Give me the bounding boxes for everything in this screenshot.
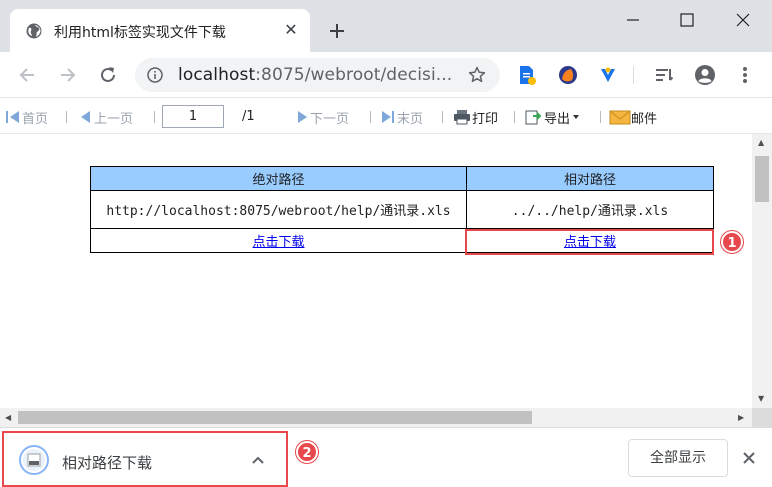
prev-page-icon bbox=[81, 111, 90, 123]
first-page-label: 首页 bbox=[22, 111, 49, 127]
absolute-path-cell: http://localhost:8075/webroot/help/通讯录.x… bbox=[90, 190, 467, 229]
tab-title: 利用html标签实现文件下载 bbox=[54, 25, 226, 41]
globe-icon bbox=[26, 23, 42, 39]
envelope-icon bbox=[609, 110, 631, 125]
scroll-right-arrow-icon[interactable]: ▶ bbox=[738, 413, 744, 423]
toolbar-separator bbox=[66, 111, 67, 123]
absolute-download-link[interactable]: 点击下载 bbox=[252, 235, 304, 250]
mail-label: 邮件 bbox=[631, 111, 658, 127]
url-text: localhost:8075/webroot/decisi... bbox=[178, 65, 452, 85]
relative-path-cell: ../../help/通讯录.xls bbox=[466, 190, 714, 229]
callout-badge-1: 1 bbox=[721, 231, 743, 253]
toolbar-separator bbox=[154, 111, 155, 123]
back-icon[interactable] bbox=[16, 64, 38, 86]
next-page-button[interactable]: 下一页 bbox=[294, 108, 350, 127]
browser-tab[interactable]: 利用html标签实现文件下载 ✕ bbox=[10, 9, 310, 52]
info-icon[interactable] bbox=[147, 67, 163, 83]
first-page-button[interactable]: 首页 bbox=[4, 108, 49, 127]
toolbar-separator bbox=[370, 111, 371, 123]
toolbar-separator bbox=[442, 111, 443, 123]
address-bar[interactable]: localhost:8075/webroot/decisi... bbox=[135, 58, 500, 92]
page-number-input[interactable]: 1 bbox=[162, 105, 224, 128]
show-all-button[interactable]: 全部显示 bbox=[628, 439, 728, 477]
close-tab-icon[interactable]: ✕ bbox=[282, 21, 300, 39]
browser-toolbar: localhost:8075/webroot/decisi... bbox=[0, 52, 772, 98]
export-label: 导出 bbox=[544, 111, 571, 127]
forward-icon[interactable] bbox=[57, 64, 79, 86]
last-page-label: 末页 bbox=[397, 111, 424, 127]
horizontal-scroll-thumb[interactable] bbox=[18, 411, 532, 424]
last-page-button[interactable]: 末页 bbox=[379, 108, 424, 127]
mail-button[interactable]: 邮件 bbox=[609, 108, 658, 127]
last-page-icon bbox=[382, 111, 394, 123]
next-page-label: 下一页 bbox=[310, 111, 350, 127]
reading-list-icon[interactable] bbox=[653, 64, 675, 86]
download-shelf: 相对路径下载 2 全部显示 bbox=[0, 427, 772, 487]
reload-icon[interactable] bbox=[97, 64, 119, 86]
page-total: /1 bbox=[242, 109, 255, 124]
scroll-corner bbox=[752, 408, 772, 427]
prev-page-button[interactable]: 上一页 bbox=[78, 108, 134, 127]
report-toolbar: 首页 上一页 1 /1 下一页 末页 打印 导出 邮件 bbox=[0, 99, 772, 134]
callout-badge-2: 2 bbox=[296, 441, 318, 463]
printer-icon bbox=[454, 110, 470, 125]
tab-strip: 利用html标签实现文件下载 ✕ bbox=[0, 0, 772, 52]
highlight-box-2 bbox=[2, 431, 288, 487]
print-button[interactable]: 打印 bbox=[452, 108, 499, 127]
close-shelf-icon[interactable] bbox=[740, 449, 758, 467]
table-row: http://localhost:8075/webroot/help/通讯录.x… bbox=[90, 190, 714, 229]
vertical-scrollbar[interactable]: ▲ ▼ bbox=[752, 134, 772, 408]
maximize-icon[interactable] bbox=[672, 8, 702, 32]
close-window-icon[interactable] bbox=[728, 8, 758, 32]
export-icon bbox=[525, 110, 542, 125]
print-label: 打印 bbox=[472, 111, 499, 127]
header-relative-path: 相对路径 bbox=[466, 166, 714, 191]
table-header-row: 绝对路径 相对路径 bbox=[90, 166, 714, 191]
extension-doc-icon[interactable] bbox=[516, 64, 538, 86]
toolbar-separator bbox=[600, 111, 601, 123]
scroll-up-arrow-icon[interactable]: ▲ bbox=[758, 138, 764, 148]
scroll-left-arrow-icon[interactable]: ◀ bbox=[5, 413, 11, 423]
url-path: :8075/webroot/decisi... bbox=[255, 65, 453, 85]
minimize-icon[interactable] bbox=[618, 8, 648, 32]
extension-fox-icon[interactable] bbox=[557, 64, 579, 86]
prev-page-label: 上一页 bbox=[94, 111, 134, 127]
report-content: 绝对路径 相对路径 http://localhost:8075/webroot/… bbox=[0, 134, 752, 408]
highlight-box-1 bbox=[465, 229, 714, 255]
toolbar-separator bbox=[514, 111, 515, 123]
absolute-link-cell: 点击下载 bbox=[90, 228, 467, 253]
first-page-icon bbox=[6, 111, 19, 123]
next-page-icon bbox=[298, 111, 307, 123]
vertical-scroll-thumb[interactable] bbox=[755, 156, 769, 202]
more-menu-icon[interactable] bbox=[734, 64, 756, 86]
bookmark-star-icon[interactable] bbox=[468, 66, 486, 84]
extension-v-icon[interactable] bbox=[597, 64, 619, 86]
url-host: localhost bbox=[178, 65, 256, 85]
dropdown-caret-icon bbox=[573, 115, 580, 119]
profile-avatar-icon[interactable] bbox=[694, 64, 716, 86]
scroll-down-arrow-icon[interactable]: ▼ bbox=[758, 394, 764, 404]
horizontal-scrollbar[interactable]: ◀ ▶ bbox=[0, 408, 752, 427]
new-tab-icon[interactable] bbox=[326, 20, 348, 42]
header-absolute-path: 绝对路径 bbox=[90, 166, 467, 191]
toolbar-divider bbox=[633, 66, 634, 84]
export-button[interactable]: 导出 bbox=[524, 108, 582, 127]
